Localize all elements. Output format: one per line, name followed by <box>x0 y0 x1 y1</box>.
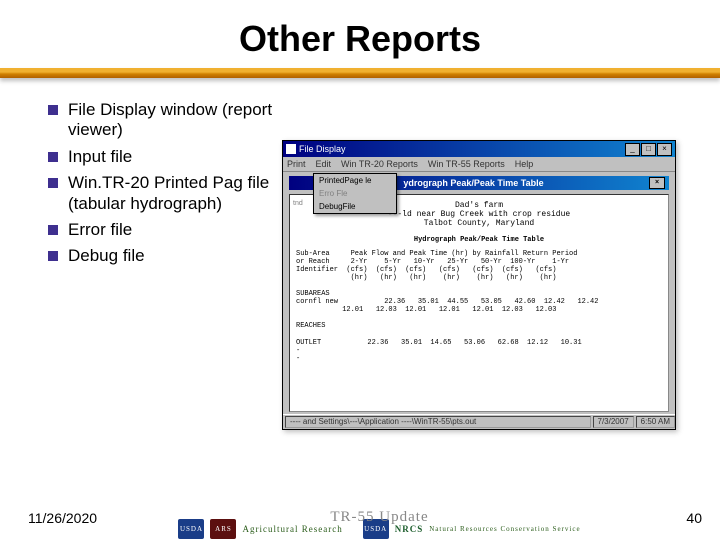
ars-text: Agricultural Research <box>242 524 342 534</box>
footer: 11/26/2020 USDA ARS Agricultural Researc… <box>0 510 720 526</box>
status-path: ---- and Settings\---\Application ----\W… <box>285 416 591 428</box>
maximize-button[interactable]: □ <box>641 143 656 156</box>
footer-logos: USDA ARS Agricultural Research USDA NRCS… <box>97 518 662 526</box>
report-line3: Talbot County, Maryland <box>296 219 662 228</box>
list-item-label: File Display window (report viewer) <box>68 100 272 139</box>
ars-logo-icon: ARS <box>210 519 236 539</box>
list-item: File Display window (report viewer) <box>48 100 288 141</box>
menu-wintr20[interactable]: Win TR-20 Reports <box>341 159 418 169</box>
report-viewer[interactable]: tnd Dad's farm ---ld near Bug Creek with… <box>289 194 669 412</box>
minimize-button[interactable]: _ <box>625 143 640 156</box>
report-columns: Sub-Area Peak Flow and Peak Time (hr) by… <box>296 250 662 363</box>
list-item: Error file <box>48 220 288 240</box>
menu-print[interactable]: Print <box>287 159 306 169</box>
status-time: 6:50 AM <box>636 416 675 428</box>
titlebar[interactable]: File Display _ □ × <box>283 141 675 157</box>
dropdown-menu: PrintedPage le Erro Fle DebugFile <box>313 173 397 214</box>
menu-item-printedpage[interactable]: PrintedPage le <box>314 174 396 187</box>
file-display-window: File Display _ □ × Print Edit Win TR-20 … <box>282 140 676 430</box>
list-item-label: Win.TR-20 Printed Pag file (tabular hydr… <box>68 173 269 212</box>
list-item: Win.TR-20 Printed Pag file (tabular hydr… <box>48 173 288 214</box>
statusbar: ---- and Settings\---\Application ----\W… <box>283 414 675 429</box>
bullet-icon <box>48 105 58 115</box>
bullet-icon <box>48 225 58 235</box>
close-button[interactable]: × <box>657 143 672 156</box>
list-item-label: Error file <box>68 220 132 239</box>
list-item: Input file <box>48 147 288 167</box>
title-rule <box>0 68 720 78</box>
menu-edit[interactable]: Edit <box>316 159 332 169</box>
menu-item-debugfile[interactable]: DebugFile <box>314 200 396 213</box>
tnd-label: tnd <box>293 200 303 207</box>
bullet-icon <box>48 152 58 162</box>
inner-title: ydrograph Peak/Peak Time Table <box>403 178 543 188</box>
menubar: Print Edit Win TR-20 Reports Win TR-55 R… <box>283 157 675 172</box>
usda-logo-icon: USDA <box>178 519 204 539</box>
app-icon <box>286 144 296 154</box>
menu-item-errorfile[interactable]: Erro Fle <box>314 187 396 200</box>
menu-help[interactable]: Help <box>515 159 534 169</box>
footer-date: 11/26/2020 <box>28 510 97 526</box>
report-section-title: Hydrograph Peak/Peak Time Table <box>296 236 662 244</box>
list-item: Debug file <box>48 246 288 266</box>
menu-wintr55[interactable]: Win TR-55 Reports <box>428 159 505 169</box>
bullet-icon <box>48 251 58 261</box>
status-date: 7/3/2007 <box>593 416 634 428</box>
nrcs-text: Natural Resources Conservation Service <box>429 525 580 533</box>
bullet-icon <box>48 178 58 188</box>
list-item-label: Debug file <box>68 246 145 265</box>
inner-close-button[interactable]: × <box>649 177 665 189</box>
bullet-list: File Display window (report viewer) Inpu… <box>48 100 288 273</box>
list-item-label: Input file <box>68 147 132 166</box>
slide-title: Other Reports <box>0 0 720 60</box>
window-title: File Display <box>299 144 346 154</box>
page-number: 40 <box>662 510 702 526</box>
